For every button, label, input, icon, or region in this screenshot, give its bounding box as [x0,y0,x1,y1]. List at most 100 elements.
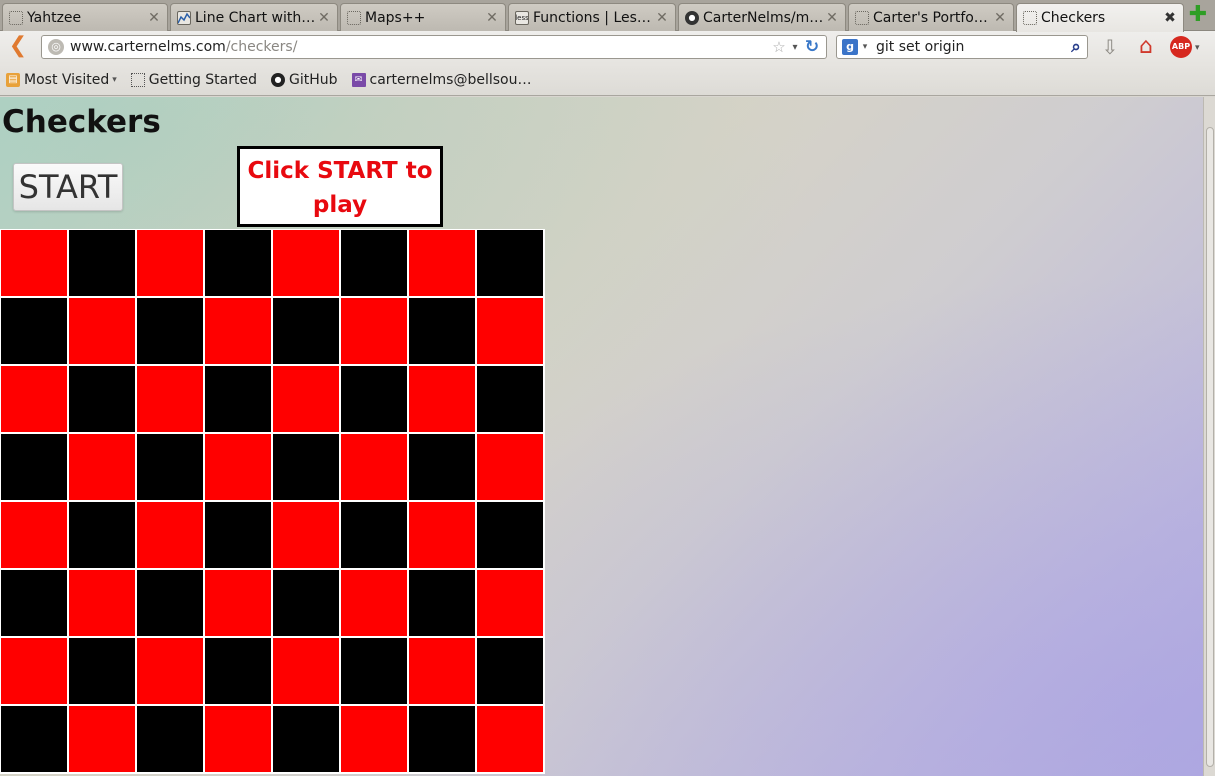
download-icon[interactable]: ⇩ [1098,36,1122,60]
board-square[interactable] [204,501,272,569]
board-square[interactable] [272,637,340,705]
board-square[interactable] [68,433,136,501]
board-square[interactable] [204,705,272,773]
board-square[interactable] [136,637,204,705]
board-square[interactable] [0,501,68,569]
scrollbar-thumb[interactable] [1206,127,1214,767]
tab-portfolio[interactable]: Carter's Portfo… ✕ [848,3,1014,31]
board-square[interactable] [340,637,408,705]
board-square[interactable] [0,705,68,773]
board-square[interactable] [0,569,68,637]
board-square[interactable] [408,501,476,569]
tab-less-functions[interactable]: less Functions | Less.js ✕ [508,3,676,31]
board-square[interactable] [136,365,204,433]
bookmark-getting-started[interactable]: Getting Started [130,72,257,88]
back-button[interactable]: ❮ [6,35,30,59]
board-square[interactable] [340,705,408,773]
vertical-scrollbar[interactable] [1203,97,1215,776]
close-icon[interactable]: ✕ [317,10,331,26]
board-square[interactable] [136,501,204,569]
board-square[interactable] [476,637,544,705]
search-bar[interactable]: g ▾ git set origin ⌕ [836,35,1088,59]
board-square[interactable] [68,297,136,365]
board-square[interactable] [408,705,476,773]
search-icon[interactable]: ⌕ [1065,37,1087,57]
board-square[interactable] [272,229,340,297]
board-square[interactable] [476,501,544,569]
board-square[interactable] [476,433,544,501]
board-square[interactable] [136,705,204,773]
board-square[interactable] [204,297,272,365]
tab-yahtzee[interactable]: Yahtzee ✕ [2,3,168,31]
board-square[interactable] [136,569,204,637]
board-square[interactable] [136,297,204,365]
board-square[interactable] [204,569,272,637]
tab-line-chart[interactable]: Line Chart with … ✕ [170,3,338,31]
board-square[interactable] [408,637,476,705]
board-square[interactable] [0,229,68,297]
url-bar[interactable]: ◎ www.carternelms.com/checkers/ ☆ ▾ ↻ [41,35,827,59]
board-square[interactable] [340,433,408,501]
board-square[interactable] [476,365,544,433]
reload-icon[interactable]: ↻ [802,37,822,57]
board-square[interactable] [340,569,408,637]
chevron-down-icon[interactable]: ▾ [1195,43,1200,53]
board-square[interactable] [204,229,272,297]
board-square[interactable] [476,569,544,637]
adblock-icon[interactable]: ABP [1170,36,1192,58]
board-square[interactable] [340,297,408,365]
board-square[interactable] [272,705,340,773]
board-square[interactable] [204,637,272,705]
board-square[interactable] [0,365,68,433]
board-square[interactable] [272,433,340,501]
board-square[interactable] [0,433,68,501]
board-square[interactable] [408,365,476,433]
bookmark-email[interactable]: ✉ carternelms@bellsou… [351,72,531,88]
board-square[interactable] [68,229,136,297]
close-icon[interactable]: ✕ [485,10,499,26]
board-square[interactable] [476,229,544,297]
search-input[interactable]: git set origin [872,39,1065,55]
bookmark-most-visited[interactable]: ▤ Most Visited ▾ [6,72,117,88]
board-square[interactable] [272,501,340,569]
board-square[interactable] [476,297,544,365]
close-icon[interactable]: ✕ [993,10,1007,26]
board-square[interactable] [340,501,408,569]
board-square[interactable] [272,569,340,637]
board-square[interactable] [0,637,68,705]
bookmark-star-icon[interactable]: ☆ [770,38,788,56]
board-square[interactable] [340,365,408,433]
close-icon[interactable]: ✕ [147,10,161,26]
chevron-down-icon[interactable]: ▾ [788,42,802,53]
board-square[interactable] [408,297,476,365]
board-square[interactable] [68,569,136,637]
start-button[interactable]: START [13,163,123,211]
new-tab-button[interactable]: ✚ [1187,4,1209,26]
close-icon[interactable]: ✕ [825,10,839,26]
board-square[interactable] [204,433,272,501]
board-square[interactable] [476,705,544,773]
board-square[interactable] [272,297,340,365]
board-square[interactable] [408,569,476,637]
chevron-down-icon[interactable]: ▾ [858,42,872,52]
board-square[interactable] [204,365,272,433]
google-icon[interactable]: g [842,39,858,55]
bookmark-github[interactable]: ● GitHub [271,72,338,88]
close-icon[interactable]: ✖ [1163,10,1177,26]
board-square[interactable] [340,229,408,297]
tab-maps[interactable]: Maps++ ✕ [340,3,506,31]
board-square[interactable] [68,637,136,705]
tab-github-repo[interactable]: ● CarterNelms/m… ✕ [678,3,846,31]
board-square[interactable] [408,433,476,501]
board-square[interactable] [0,297,68,365]
board-square[interactable] [68,705,136,773]
board-square[interactable] [68,501,136,569]
home-icon[interactable]: ⌂ [1133,35,1159,61]
board-square[interactable] [408,229,476,297]
board-square[interactable] [272,365,340,433]
board-square[interactable] [136,433,204,501]
close-icon[interactable]: ✕ [655,10,669,26]
board-square[interactable] [136,229,204,297]
url-text[interactable]: www.carternelms.com/checkers/ [70,39,770,55]
tab-checkers[interactable]: Checkers ✖ [1016,3,1184,32]
